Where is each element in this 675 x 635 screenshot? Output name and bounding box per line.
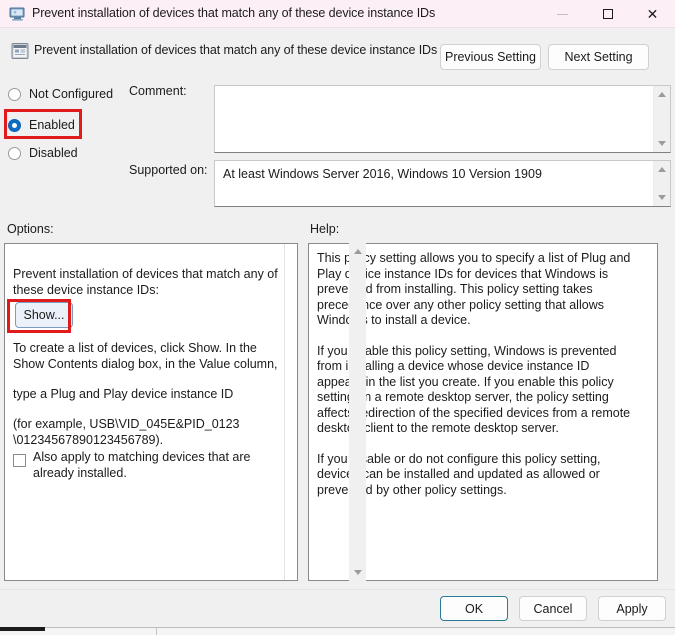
monitor-icon [9,6,26,22]
show-button[interactable]: Show... [15,302,73,328]
help-scrollbar[interactable] [349,243,366,581]
also-apply-checkbox-label: Also apply to matching devices that are … [33,450,251,480]
options-paragraph: (for example, USB\VID_045E&PID_0123 \012… [13,417,240,447]
help-scroll-up-button[interactable] [349,244,366,259]
close-icon: ✕ [646,6,659,22]
radio-not-configured[interactable]: Not Configured [8,84,113,104]
policy-setting-icon [11,42,29,60]
ok-button[interactable]: OK [440,596,508,621]
maximize-icon [602,9,613,19]
setting-name-label: Prevent installation of devices that mat… [34,43,438,57]
chevron-down-icon [658,195,666,200]
radio-enabled-indicator [8,118,21,132]
group-policy-setting-dialog: Prevent installation of devices that mat… [0,0,675,627]
comment-label: Comment: [129,84,187,98]
minimize-button[interactable] [540,0,585,28]
options-instructions: To create a list of devices, click Show.… [13,340,281,454]
supported-on-value: At least Windows Server 2016, Windows 10… [223,167,542,181]
supported-scroll-down-button[interactable] [654,190,670,205]
title-bar: Prevent installation of devices that mat… [0,0,675,28]
radio-not-configured-label: Not Configured [29,87,114,101]
radio-disabled[interactable]: Disabled [8,143,78,163]
cancel-button[interactable]: Cancel [519,596,587,621]
supported-on-field: At least Windows Server 2016, Windows 10… [214,160,671,207]
maximize-button[interactable] [585,0,630,28]
chevron-up-icon [658,92,666,97]
radio-not-configured-indicator [8,87,21,101]
options-heading-block: Prevent installation of devices that mat… [13,266,281,304]
comment-scroll-up-button[interactable] [654,87,670,102]
also-apply-checkbox[interactable] [13,454,26,467]
minimize-icon [557,13,568,15]
comment-input[interactable] [214,85,671,153]
chevron-down-icon [353,570,362,575]
also-apply-checkbox-row[interactable]: Also apply to matching devices that are … [13,449,289,481]
chevron-up-icon [353,249,362,254]
options-label: Options: [7,222,54,236]
radio-disabled-label: Disabled [29,146,78,160]
options-paragraph: To create a list of devices, click Show.… [13,341,278,371]
options-panel: Prevent installation of devices that mat… [4,243,298,581]
options-heading: Prevent installation of devices that mat… [13,267,278,297]
options-paragraph: type a Plug and Play device instance ID [13,387,234,401]
next-setting-button[interactable]: Next Setting [548,44,649,70]
supported-scroll-up-button[interactable] [654,162,670,177]
supported-on-label: Supported on: [129,163,208,177]
chevron-up-icon [658,167,666,172]
options-scrollbar[interactable] [284,244,297,580]
previous-setting-button[interactable]: Previous Setting [440,44,541,70]
chevron-down-icon [658,141,666,146]
taskbar-dark-segment [0,627,45,631]
radio-enabled[interactable]: Enabled [8,115,75,135]
close-button[interactable]: ✕ [630,0,675,28]
radio-enabled-label: Enabled [29,118,75,132]
radio-disabled-indicator [8,146,21,160]
window-title: Prevent installation of devices that mat… [32,6,436,20]
comment-scrollbar[interactable] [653,86,670,152]
supported-on-scrollbar[interactable] [653,161,670,206]
help-scroll-down-button[interactable] [349,565,366,580]
apply-button[interactable]: Apply [598,596,666,621]
taskbar-strip [0,627,675,635]
comment-scroll-down-button[interactable] [654,136,670,151]
taskbar-divider [156,628,157,635]
help-label: Help: [310,222,340,236]
